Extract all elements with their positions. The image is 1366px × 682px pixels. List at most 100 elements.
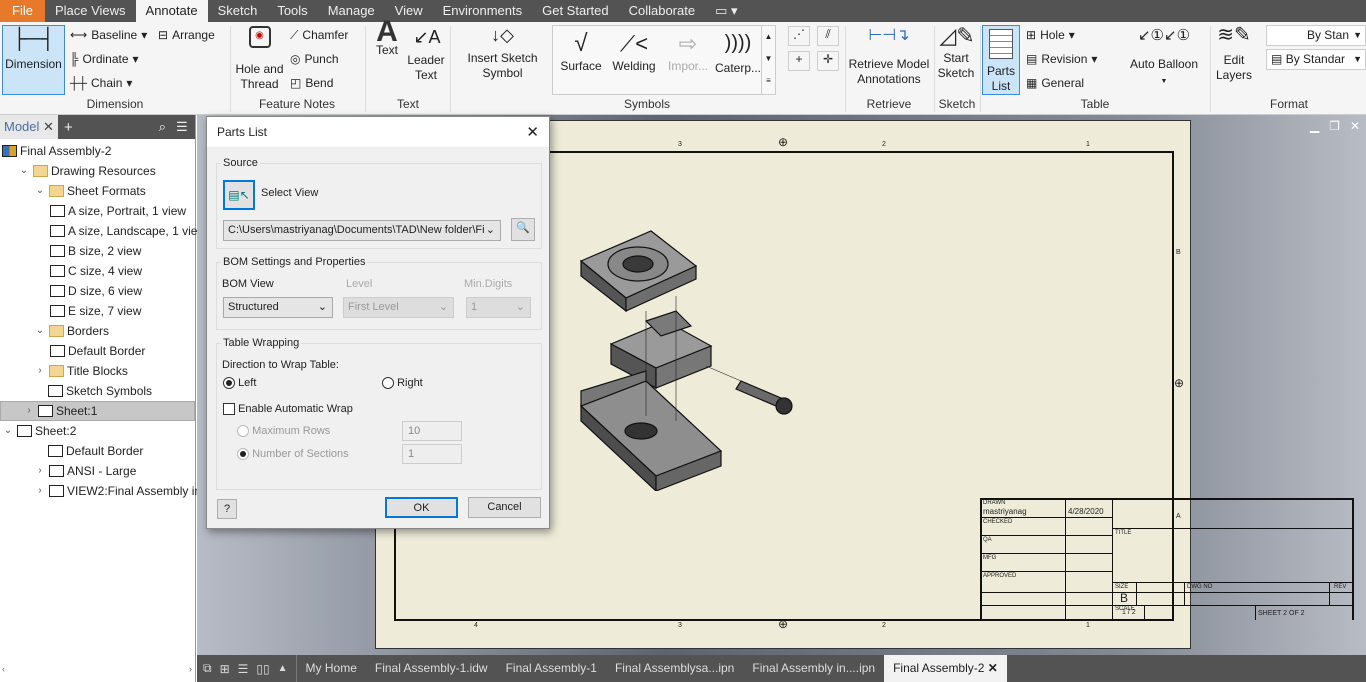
text-button[interactable]: A Text (370, 17, 404, 58)
import-button[interactable]: ⇨ Impor... (663, 33, 713, 74)
tree-item[interactable]: D size, 6 view (50, 281, 142, 301)
chevron-down-icon[interactable]: ⌄ (34, 321, 46, 341)
chevron-right-icon[interactable]: › (34, 361, 46, 381)
doc-tab[interactable]: Final Assembly in....ipn (743, 655, 884, 682)
caterpillar-button[interactable]: )))) Caterp... (715, 33, 761, 76)
auto-balloon-button[interactable]: ↙①↙① Auto Balloon ▼ (1125, 28, 1203, 89)
doc-tab[interactable]: Final Assembly-1 (497, 655, 606, 682)
parts-list-button[interactable]: Parts List (982, 25, 1020, 95)
edit-layers-button[interactable]: ≋✎ Edit Layers (1212, 25, 1256, 83)
tab-environments[interactable]: Environments (433, 0, 532, 22)
doc-tab[interactable]: My Home (295, 655, 366, 682)
gallery-scroll[interactable]: ▲ ▼ ≡ (761, 26, 775, 94)
restore-icon[interactable]: ❐ (1329, 119, 1340, 133)
wrap-right-radio[interactable]: Right (382, 377, 423, 390)
min-digits-dropdown[interactable]: 1 ⌄ (466, 297, 531, 318)
chevron-down-icon[interactable]: ⌄ (34, 181, 46, 201)
model-tab[interactable]: Model ✕ (0, 115, 58, 139)
center-mark-icon[interactable]: + (788, 51, 810, 71)
tree-item[interactable]: Final Assembly-2 (2, 141, 111, 161)
browse-button[interactable]: 🔍 (511, 218, 535, 241)
bom-view-dropdown[interactable]: Structured ⌄ (223, 297, 333, 318)
centered-pattern-icon[interactable]: ✛ (817, 51, 839, 71)
tile-vertical-icon[interactable]: ▯▯ (256, 662, 269, 676)
tile-icon[interactable]: ⊞ (220, 662, 230, 676)
welding-button[interactable]: ⟋< Welding (609, 33, 659, 74)
tree-item[interactable]: ⌄ Borders (34, 321, 109, 341)
insert-sketch-symbol-button[interactable]: ↓◇ Insert Sketch Symbol (455, 26, 550, 81)
baseline-button[interactable]: ⟷ Baseline ▾ (70, 28, 147, 43)
tree-item[interactable]: B size, 2 view (50, 241, 141, 261)
tree-item[interactable]: Default Border (50, 341, 145, 361)
chevron-right-icon[interactable]: › (34, 461, 46, 481)
search-icon[interactable]: ⌕ (159, 119, 166, 135)
cancel-button[interactable]: Cancel (468, 497, 541, 518)
layer-dropdown[interactable]: ▤ By Standar ▼ (1266, 49, 1366, 70)
arrange-button[interactable]: ⊟ Arrange (158, 28, 215, 43)
general-table-button[interactable]: ▦ General (1026, 76, 1084, 91)
tree-item[interactable]: ⌄ Sheet:2 (2, 421, 77, 441)
tab-manage[interactable]: Manage (318, 0, 385, 22)
surface-button[interactable]: √ Surface (557, 32, 605, 74)
bend-button[interactable]: ◰ Bend (290, 76, 333, 91)
tree-item[interactable]: A size, Landscape, 1 view (50, 221, 206, 241)
sections-radio[interactable]: Number of Sections (237, 448, 349, 461)
tree-item[interactable]: ⌄ Sheet Formats (34, 181, 146, 201)
max-rows-input[interactable]: 10 (402, 421, 462, 441)
tab-get-started[interactable]: Get Started (532, 0, 618, 22)
tree-item[interactable]: E size, 7 view (50, 301, 141, 321)
sections-input[interactable]: 1 (402, 444, 462, 464)
centerline-icon[interactable]: ⋰ (788, 26, 810, 46)
max-rows-radio[interactable]: Maximum Rows (237, 425, 330, 438)
doc-tab-active[interactable]: Final Assembly-2 ✕ (884, 655, 1007, 682)
tree-item[interactable]: Sketch Symbols (48, 381, 152, 401)
style-dropdown[interactable]: By Stan ▼ (1266, 25, 1366, 46)
chamfer-button[interactable]: ⟋ Chamfer (290, 28, 348, 43)
doc-tab[interactable]: Final Assembly-1.idw (366, 655, 497, 682)
hole-table-button[interactable]: ⊞ Hole ▾ (1026, 28, 1075, 43)
add-tab-icon[interactable]: + (64, 119, 73, 136)
level-dropdown[interactable]: First Level ⌄ (343, 297, 454, 318)
tab-collaborate[interactable]: Collaborate (619, 0, 706, 22)
tree-item[interactable]: A size, Portrait, 1 view (50, 201, 186, 221)
tree-item[interactable]: C size, 4 view (50, 261, 142, 281)
tree-item[interactable]: › ANSI - Large (34, 461, 136, 481)
tab-tools[interactable]: Tools (267, 0, 317, 22)
chevron-right-icon[interactable]: › (23, 401, 35, 421)
tile-horizontal-icon[interactable]: ☰ (238, 662, 249, 676)
tab-annotate[interactable]: Annotate (135, 0, 208, 22)
close-icon[interactable]: ✕ (43, 119, 54, 134)
enable-auto-wrap-checkbox[interactable]: Enable Automatic Wrap (223, 403, 353, 416)
close-icon[interactable]: ✕ (526, 123, 539, 141)
help-button[interactable]: ? (217, 499, 237, 519)
arrange-up-icon[interactable]: ▲ (278, 663, 288, 674)
source-path-dropdown[interactable]: C:\Users\mastriyanag\Documents\TAD\New f… (223, 220, 501, 241)
panel-toggle-icon[interactable]: ▭ ▾ (705, 0, 747, 22)
hole-thread-button[interactable]: ◉ Hole and Thread (232, 26, 287, 92)
horizontal-scrollbar[interactable]: ‹ › (2, 664, 192, 678)
minimize-icon[interactable]: ▁ (1310, 119, 1319, 133)
ordinate-button[interactable]: ╠ Ordinate ▾ (70, 52, 139, 67)
tab-sketch[interactable]: Sketch (208, 0, 268, 22)
cascade-icon[interactable]: ⧉ (203, 661, 212, 676)
dimension-button[interactable]: ├─┤ Dimension (2, 25, 65, 95)
punch-button[interactable]: ◎ Punch (290, 52, 339, 67)
chain-button[interactable]: ┼┼ Chain ▾ (70, 76, 132, 91)
retrieve-model-annotations-button[interactable]: ⊢⊣↴ Retrieve Model Annotations (846, 28, 932, 87)
revision-table-button[interactable]: ▤ Revision ▾ (1026, 52, 1097, 67)
centerline-bisector-icon[interactable]: ⫽ (817, 26, 839, 46)
leader-text-button[interactable]: ↙A Leader Text (406, 28, 448, 83)
exploded-assembly-view[interactable] (576, 226, 806, 491)
select-view-button[interactable]: ▤↖ (223, 180, 255, 210)
start-sketch-button[interactable]: ◿✎ Start Sketch (936, 25, 978, 81)
tree-item[interactable]: Default Border (48, 441, 143, 461)
wrap-left-radio[interactable]: Left (223, 377, 256, 390)
close-icon[interactable]: ✕ (988, 661, 998, 675)
doc-tab[interactable]: Final Assemblysa...ipn (606, 655, 743, 682)
tab-place-views[interactable]: Place Views (45, 0, 136, 22)
chevron-right-icon[interactable]: › (34, 481, 46, 501)
chevron-down-icon[interactable]: ⌄ (2, 421, 14, 441)
menu-icon[interactable]: ☰ (176, 119, 188, 135)
close-icon[interactable]: ✕ (1350, 119, 1360, 133)
tree-item[interactable]: › Sheet:1 (0, 401, 195, 421)
